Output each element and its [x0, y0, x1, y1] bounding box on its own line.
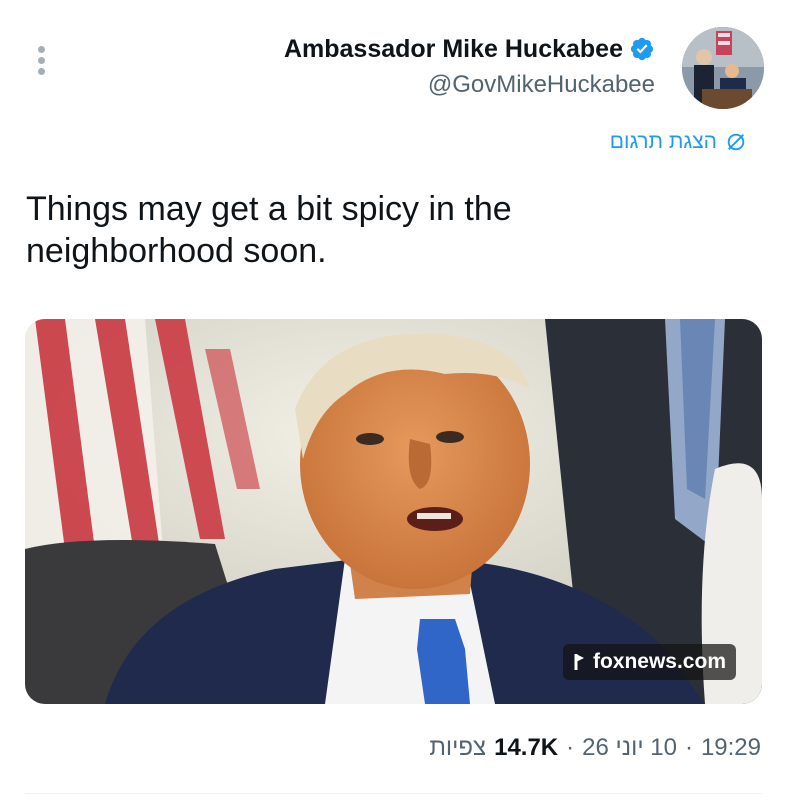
link-domain: foxnews.com	[592, 650, 726, 673]
translate-link[interactable]: הצגת תרגום	[610, 130, 747, 154]
views-label: צפיות	[429, 734, 487, 761]
author-block: Ambassador Mike Huckabee @GovMikeHuckabe…	[284, 34, 655, 100]
meta-separator: ·	[566, 734, 575, 761]
avatar-image	[682, 27, 764, 109]
author-name-row[interactable]: Ambassador Mike Huckabee	[284, 34, 655, 64]
tweet-time[interactable]: 19:29	[701, 734, 761, 762]
avatar[interactable]	[682, 27, 764, 109]
meta-separator: ·	[684, 734, 693, 761]
author-handle[interactable]: @GovMikeHuckabee	[284, 70, 655, 100]
link-domain-badge: foxnews.com	[562, 644, 736, 680]
globe-strike-icon	[727, 133, 745, 151]
more-options-icon[interactable]	[32, 44, 52, 78]
translate-label: הצגת תרגום	[609, 130, 717, 153]
link-icon	[574, 654, 584, 670]
tweet-text: Things may get a bit spicy in the neighb…	[26, 190, 512, 270]
tweet-date[interactable]: 10 יוני 26	[582, 734, 677, 762]
verified-badge-icon	[630, 37, 654, 61]
tweet-meta: 19:29 · 10 יוני 26 · 14.7K צפיות	[429, 734, 761, 762]
media-card[interactable]: foxnews.com	[25, 319, 762, 704]
author-name[interactable]: Ambassador Mike Huckabee	[284, 34, 623, 64]
divider	[25, 793, 762, 794]
views-count[interactable]: 14.7K	[494, 734, 558, 762]
